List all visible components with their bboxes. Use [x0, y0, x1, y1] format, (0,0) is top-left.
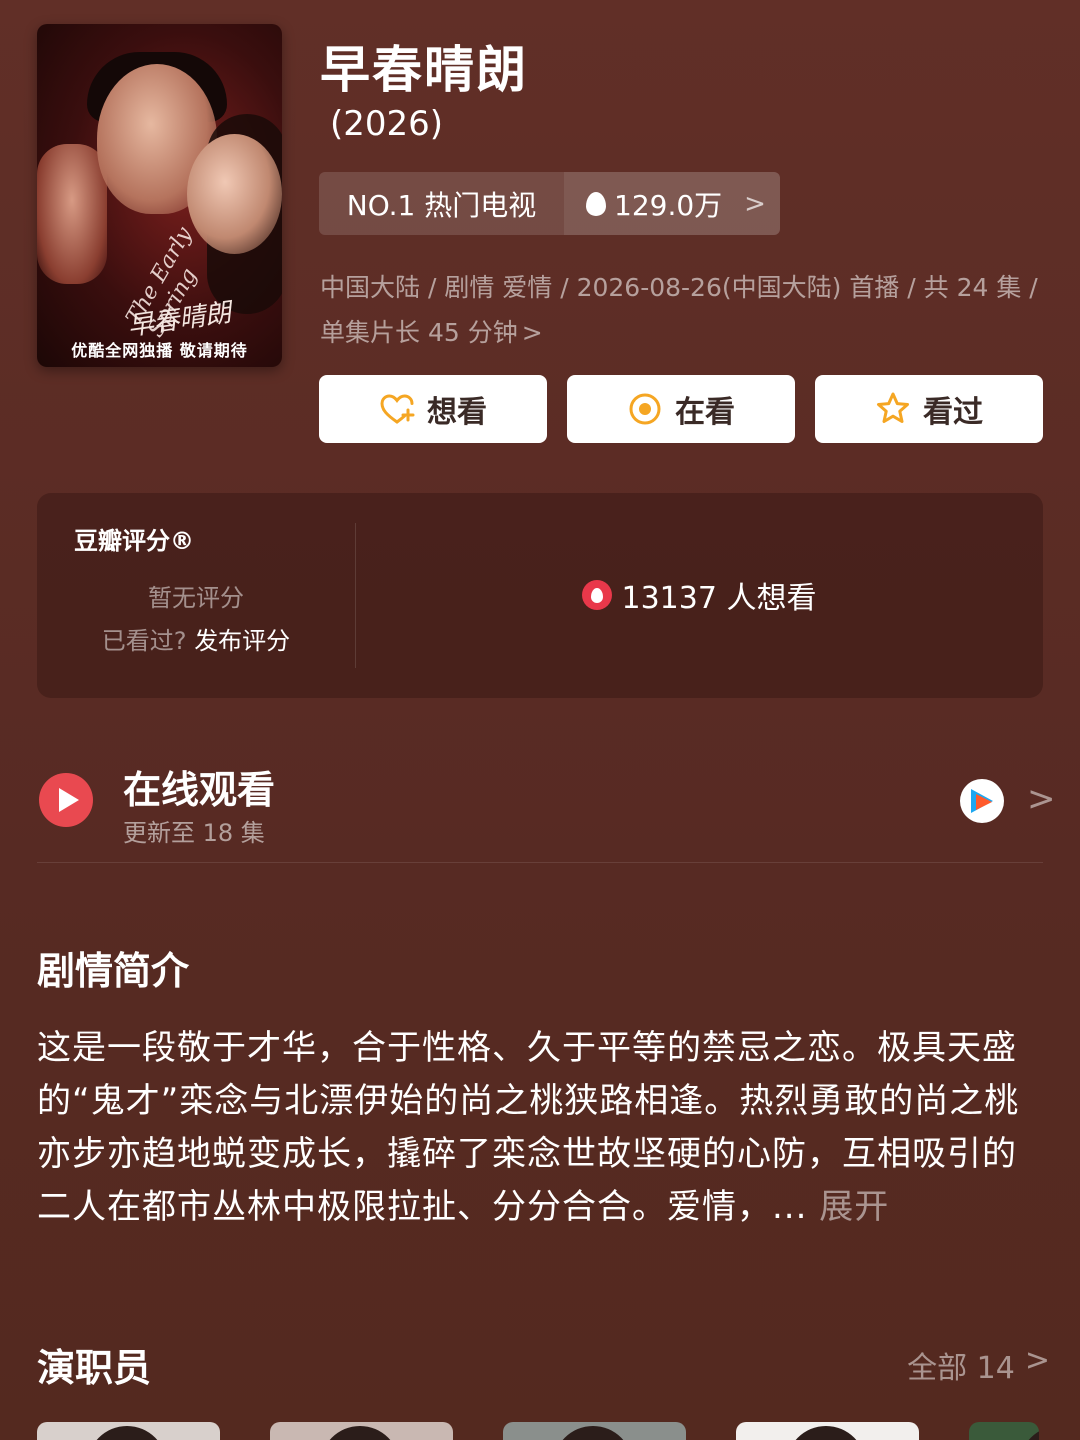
heat-section[interactable]: 129.0万 >: [564, 172, 780, 235]
cast-list: [37, 1422, 1039, 1440]
target-icon: [629, 393, 661, 425]
star-icon: [877, 392, 909, 423]
watching-label: 在看: [675, 395, 735, 430]
release-year: (2026): [330, 104, 444, 144]
rank-pill[interactable]: NO.1 热门电视 129.0万 >: [319, 172, 780, 235]
watching-button[interactable]: 在看: [567, 375, 795, 443]
douban-rating-label: 豆瓣评分®: [74, 527, 194, 555]
expand-link[interactable]: 展开: [819, 1187, 889, 1227]
heart-plus-icon: [380, 394, 415, 424]
poster-caption: 优酷全网独播 敬请期待: [71, 341, 248, 360]
poster-image[interactable]: The Early Spring 早春晴朗 优酷全网独播 敬请期待: [37, 24, 282, 367]
youku-logo-icon: [960, 779, 1004, 823]
play-icon: [39, 773, 93, 827]
chevron-right-icon: >: [1024, 1343, 1050, 1378]
publish-rating-link[interactable]: 发布评分: [194, 627, 290, 655]
online-watch-row[interactable]: 在线观看 更新至 18 集 >: [37, 755, 1056, 863]
online-watch-title: 在线观看: [123, 768, 276, 812]
want-count: 13137 人想看: [355, 573, 1043, 617]
flame-icon: [581, 580, 612, 610]
cast-photo[interactable]: [736, 1422, 919, 1440]
cast-all-label: 全部 14: [907, 1351, 1015, 1386]
watched-label: 看过: [923, 395, 983, 430]
chevron-right-icon: >: [744, 188, 766, 219]
cast-photo[interactable]: [969, 1422, 1039, 1440]
cast-all-link[interactable]: 全部 14 >: [907, 1343, 1050, 1387]
want-label: 想看: [427, 395, 487, 430]
page-title: 早春晴朗: [320, 41, 528, 99]
no-score-text: 暂无评分: [148, 584, 244, 612]
meta-text: 中国大陆 / 剧情 爱情 / 2026-08-26(中国大陆) 首播 / 共 2…: [320, 273, 1038, 347]
heat-value: 129.0万: [614, 188, 723, 222]
cast-photo[interactable]: [37, 1422, 220, 1440]
want-count-text: 13137 人想看: [621, 581, 817, 616]
action-buttons: 想看 在看 看过: [319, 375, 1043, 443]
douban-rating-section: 豆瓣评分® 暂无评分 已看过? 发布评分: [37, 493, 355, 698]
watched-button[interactable]: 看过: [815, 375, 1043, 443]
chevron-right-icon: >: [1027, 779, 1056, 819]
cast-photo[interactable]: [270, 1422, 453, 1440]
rating-card: 豆瓣评分® 暂无评分 已看过? 发布评分 13137 人想看: [37, 493, 1043, 698]
flame-icon: [586, 191, 606, 216]
cast-photo[interactable]: [503, 1422, 686, 1440]
seen-question: 已看过?: [101, 627, 187, 655]
poster-hand: [37, 144, 107, 284]
rank-label: NO.1 热门电视: [346, 188, 537, 222]
want-button[interactable]: 想看: [319, 375, 547, 443]
chevron-right-icon: >: [521, 318, 543, 347]
meta-info[interactable]: 中国大陆 / 剧情 爱情 / 2026-08-26(中国大陆) 首播 / 共 2…: [320, 265, 1040, 355]
publish-rating-row: 已看过? 发布评分: [37, 621, 355, 656]
synopsis-title: 剧情简介: [37, 949, 190, 993]
episode-update-text: 更新至 18 集: [123, 819, 265, 847]
cast-title: 演职员: [37, 1346, 152, 1390]
synopsis-text: 这是一段敬于才华，合于性格、久于平等的禁忌之恋。极具天盛的“鬼才”栾念与北漂伊始…: [37, 1022, 1043, 1234]
